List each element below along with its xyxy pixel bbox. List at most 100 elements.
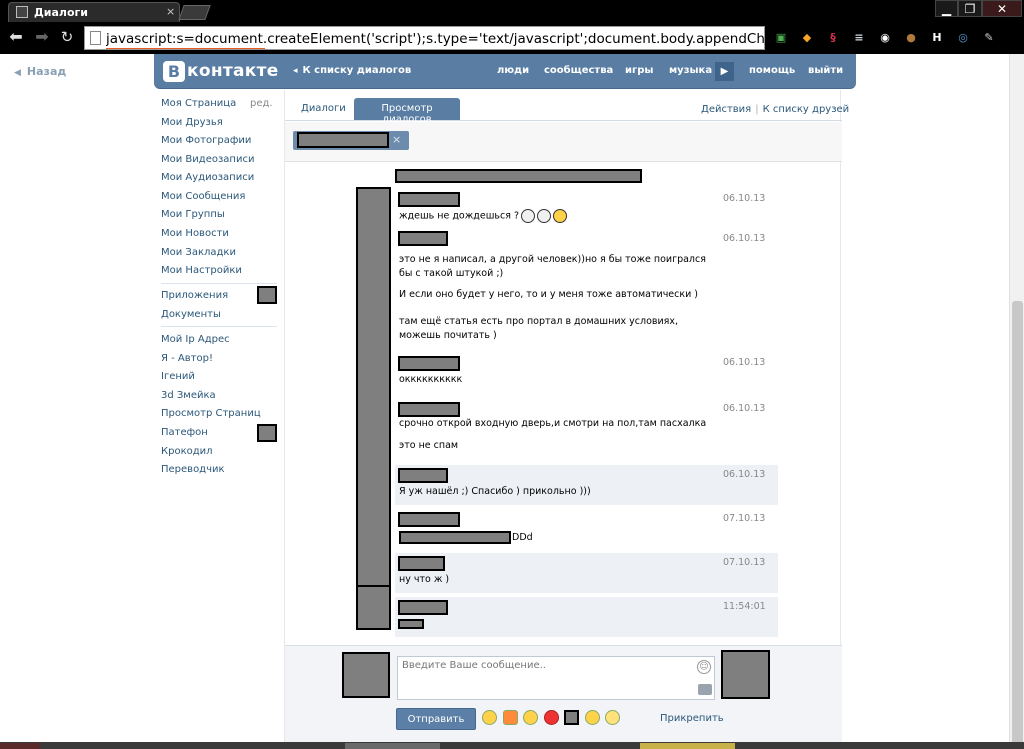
sidebar-item[interactable]: Просмотр Страниц: [161, 408, 261, 419]
sidebar-item[interactable]: Документы: [161, 309, 221, 320]
sidebar-item[interactable]: Я - Автор!: [161, 353, 213, 364]
back-link[interactable]: ◀ Назад: [14, 65, 66, 78]
sidebar-item[interactable]: Мои Новости: [161, 228, 229, 239]
message-date: 06.10.13: [723, 357, 766, 368]
sidebar-item[interactable]: Мои Настройки: [161, 265, 242, 276]
message-row[interactable]: 06.10.13 окккккккккк: [395, 353, 778, 393]
network-icon[interactable]: §: [825, 30, 841, 46]
tab-title: Диалоги: [34, 6, 88, 19]
browser-tab[interactable]: Диалоги ×: [8, 2, 180, 22]
cookie-icon[interactable]: ●: [903, 30, 919, 46]
nav-communities[interactable]: сообщества: [544, 65, 613, 76]
taskbar-item[interactable]: [640, 743, 735, 749]
chip-close-icon[interactable]: ×: [392, 133, 401, 146]
message-row[interactable]: 07.10.13 DDd: [395, 509, 778, 549]
browser-forward-icon[interactable]: ➡: [32, 27, 52, 47]
message-text-content: Я уж нашёл ;) Спасибо ) прикольно ))): [399, 486, 591, 497]
to-dialogs-list-link[interactable]: ◂ К списку диалогов: [293, 65, 411, 76]
friends-list-link[interactable]: К списку друзей: [763, 104, 850, 115]
redacted-sender-name: [398, 192, 460, 207]
window-minimize-icon[interactable]: ▁: [935, 0, 958, 17]
h-icon[interactable]: H: [929, 30, 945, 46]
selected-user-chip[interactable]: ×: [293, 131, 409, 150]
spy-icon[interactable]: ◉: [877, 30, 893, 46]
vk-logo[interactable]: Вконтакте: [163, 61, 279, 83]
nav-logout[interactable]: выйти: [808, 65, 843, 76]
message-row[interactable]: 06.10.13 это не я написал, а другой челов…: [395, 229, 778, 349]
message-input[interactable]: [397, 656, 715, 700]
message-row[interactable]: 06.10.13 Я уж нашёл ;) Спасибо ) прикольн…: [395, 465, 778, 505]
address-bar[interactable]: [84, 26, 765, 50]
sidebar-item[interactable]: Переводчик: [161, 464, 225, 475]
actions-link[interactable]: Действия: [701, 104, 751, 115]
nav-people[interactable]: люди: [497, 65, 529, 76]
monitor-icon[interactable]: ▣: [773, 30, 789, 46]
filter-bar: ×: [285, 122, 842, 162]
smile-icon[interactable]: ☺: [697, 660, 711, 674]
camera-icon[interactable]: [698, 684, 712, 695]
sidebar-edit-link[interactable]: ред.: [250, 98, 273, 109]
sidebar-item[interactable]: Патефон: [161, 427, 208, 438]
sidebar-item[interactable]: Моя Страница: [161, 98, 236, 109]
message-row[interactable]: 07.10.13 ну что ж ): [395, 553, 778, 593]
cool-emoji-icon[interactable]: [605, 710, 620, 725]
tab-close-icon[interactable]: ×: [166, 5, 175, 18]
wrench-icon[interactable]: ✎: [981, 30, 997, 46]
music-play-icon[interactable]: ▶: [715, 62, 734, 81]
search-globe-icon[interactable]: ◎: [955, 30, 971, 46]
box-icon[interactable]: ◆: [799, 30, 815, 46]
apple-emoji-icon[interactable]: [543, 710, 559, 725]
sidebar-item[interactable]: Мои Фотографии: [161, 135, 251, 146]
attach-link[interactable]: Прикрепить: [660, 713, 724, 724]
message-row[interactable]: 11:54:01: [395, 597, 778, 637]
redacted-sender-name: [398, 231, 448, 246]
sidebar-item[interactable]: Мои Группы: [161, 209, 225, 220]
nav-games[interactable]: игры: [625, 65, 653, 76]
message-text-content: окккккккккк: [399, 374, 463, 385]
tab-view-dialogs[interactable]: Просмотр диалогов: [354, 98, 460, 125]
page-scrollbar[interactable]: [1009, 54, 1024, 749]
browser-reload-icon[interactable]: ↻: [57, 27, 77, 47]
message-text-content: DDd: [512, 532, 533, 543]
redacted-emoji: [564, 710, 579, 725]
browser-toolbar: ⬅ ➡ ↻ ▣ ◆ § ≡ ◉ ● H ◎ ✎: [0, 22, 1024, 54]
sidebar-item[interactable]: Крокодил: [161, 446, 213, 457]
browser-back-icon[interactable]: ⬅: [6, 27, 26, 47]
new-tab-button[interactable]: [178, 5, 211, 20]
stack-icon[interactable]: ≡: [851, 30, 867, 46]
sidebar-item[interactable]: Мои Аудиозаписи: [161, 172, 254, 183]
laugh-emoji-icon[interactable]: [584, 710, 600, 725]
grin-emoji-icon[interactable]: [523, 710, 538, 725]
sidebar-item[interactable]: Мои Закладки: [161, 247, 236, 258]
sidebar-item[interactable]: Мои Видеозаписи: [161, 154, 254, 165]
message-row[interactable]: 06.10.13 ждешь не дождешься ?: [395, 189, 778, 227]
message-history: 06.10.13 ждешь не дождешься ? 06.10.13 это …: [285, 163, 842, 637]
window-maximize-icon[interactable]: ❐: [958, 0, 982, 17]
taskbar-item[interactable]: [345, 743, 440, 749]
scrollbar-thumb[interactable]: [1012, 301, 1023, 746]
panda-emoji-icon: [537, 209, 552, 223]
surprised-emoji-icon: [553, 209, 568, 223]
taskbar-start[interactable]: [0, 743, 40, 749]
sidebar-item[interactable]: Мои Сообщения: [161, 191, 245, 202]
send-button[interactable]: Отправить: [396, 708, 476, 730]
message-date: 06.10.13: [723, 233, 766, 244]
smile-emoji-icon[interactable]: [482, 710, 497, 725]
tab-dialogs[interactable]: Диалоги: [294, 98, 353, 120]
message-row[interactable]: 06.10.13 срочно открой входную дверь,и см…: [395, 399, 778, 463]
sidebar-item[interactable]: 3d Змейка: [161, 390, 216, 401]
nav-help[interactable]: помощь: [749, 65, 795, 76]
sidebar-item[interactable]: Приложения: [161, 290, 228, 301]
nav-music[interactable]: музыка: [669, 65, 712, 76]
url-input[interactable]: [106, 29, 764, 48]
pill-emoji-icon[interactable]: [502, 710, 518, 725]
window-close-icon[interactable]: ✕: [982, 0, 1022, 17]
sidebar-item[interactable]: Мой Ip Адрес: [161, 334, 230, 345]
to-dialogs-list-label: К списку диалогов: [302, 65, 412, 76]
sidebar-item[interactable]: Мои Друзья: [161, 117, 223, 128]
redacted-sender-name: [398, 402, 460, 417]
redacted-sender-name: [398, 512, 460, 527]
sidebar-item[interactable]: Ігений: [161, 371, 195, 382]
message-text-content: И если оно будет у него, то и у меня тож…: [399, 289, 699, 300]
message-date: 06.10.13: [723, 193, 766, 204]
